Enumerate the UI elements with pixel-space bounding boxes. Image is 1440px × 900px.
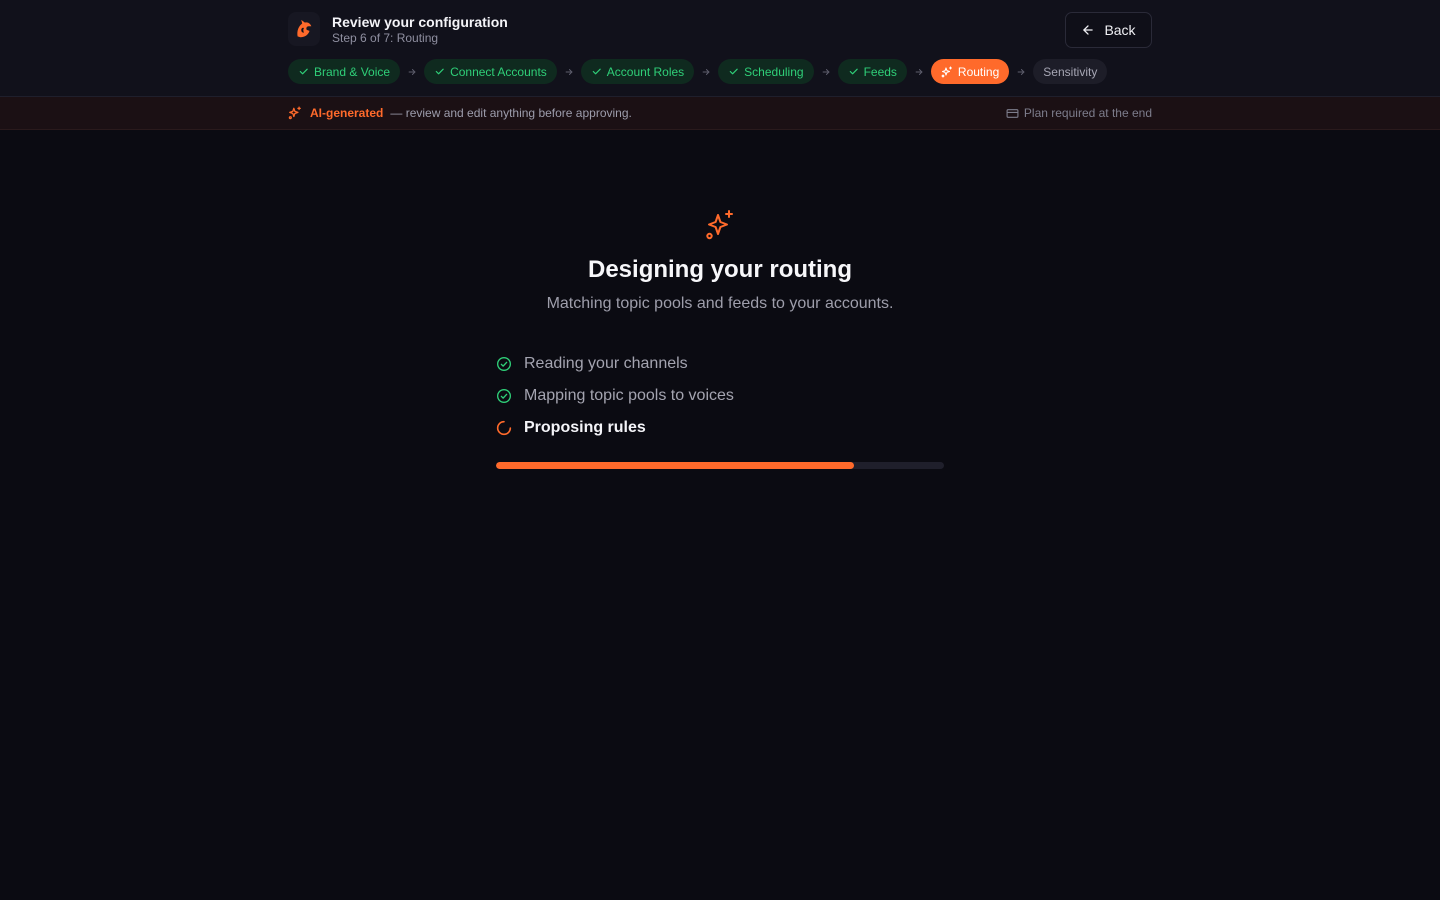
wizard-stepper: Brand & Voice Connect Accounts Account R…	[288, 59, 1108, 84]
sparkles-icon	[706, 210, 733, 240]
task-item: Proposing rules	[496, 412, 944, 444]
loading-subheading: Matching topic pools and feeds to your a…	[546, 295, 894, 312]
check-icon	[729, 68, 738, 75]
task-label: Proposing rules	[524, 419, 646, 436]
check-icon	[299, 68, 308, 75]
header-content: Review your configuration Step 6 of 7: R…	[288, 0, 1152, 97]
brand-logo	[288, 12, 320, 46]
arrow-right-icon	[694, 67, 718, 77]
ai-notice-banner: AI-generated — review and edit anything …	[0, 97, 1440, 130]
step-label: Feeds	[863, 64, 897, 79]
step-feeds[interactable]: Feeds	[837, 59, 907, 84]
step-routing[interactable]: Routing	[930, 59, 1010, 84]
task-label: Mapping topic pools to voices	[524, 387, 734, 404]
step-connect-accounts[interactable]: Connect Accounts	[424, 59, 557, 84]
back-button[interactable]: Back	[1065, 12, 1152, 48]
arrow-left-icon	[1083, 25, 1094, 35]
credit-card-icon	[1006, 108, 1019, 118]
step-scheduling[interactable]: Scheduling	[718, 59, 814, 84]
step-account-roles[interactable]: Account Roles	[580, 59, 695, 84]
arrow-right-icon	[557, 67, 581, 77]
step-label: Scheduling	[744, 64, 804, 79]
progress-bar-fill	[496, 462, 855, 469]
page-title: Review your configuration	[332, 14, 508, 30]
task-label: Reading your channels	[524, 355, 688, 372]
plan-notice-text: Plan required at the end	[1023, 106, 1152, 120]
check-icon	[849, 68, 858, 75]
step-label: Sensitivity	[1043, 64, 1098, 79]
step-label: Connect Accounts	[450, 64, 547, 79]
step-indicator: Step 6 of 7: Routing	[332, 31, 439, 45]
loading-heading: Designing your routing	[588, 256, 852, 283]
plan-notice: Plan required at the end	[1006, 97, 1152, 129]
task-item: Mapping topic pools to voices	[496, 380, 944, 412]
step-label: Brand & Voice	[314, 64, 391, 79]
arrow-right-icon	[1009, 67, 1033, 77]
arrow-right-icon	[814, 67, 838, 77]
ai-generated-label: AI-generated	[310, 106, 384, 120]
loading-panel: Designing your routing Matching topic po…	[0, 209, 1440, 313]
sparkles-icon	[288, 106, 301, 120]
step-brand-voice[interactable]: Brand & Voice	[288, 59, 401, 84]
arrow-right-icon	[907, 67, 931, 77]
banner-content: AI-generated — review and edit anything …	[288, 97, 1152, 129]
progress-bar	[496, 462, 944, 469]
arrow-right-icon	[400, 67, 424, 77]
task-list: Reading your channels Mapping topic pool…	[496, 348, 944, 444]
check-icon	[592, 68, 601, 75]
check-circle-icon	[497, 389, 511, 403]
check-circle-icon	[497, 357, 511, 371]
sparkles-icon	[941, 65, 952, 77]
check-icon	[435, 68, 444, 75]
step-label: Account Roles	[606, 64, 685, 79]
step-sensitivity[interactable]: Sensitivity	[1033, 59, 1108, 84]
ai-notice-text: — review and edit anything before approv…	[390, 106, 632, 120]
spinner-icon	[496, 420, 512, 436]
back-button-label: Back	[1104, 22, 1136, 38]
step-label: Routing	[957, 64, 1000, 79]
task-item: Reading your channels	[496, 348, 944, 380]
fox-logo-icon	[297, 19, 312, 38]
top-header: Review your configuration Step 6 of 7: R…	[0, 0, 1440, 97]
